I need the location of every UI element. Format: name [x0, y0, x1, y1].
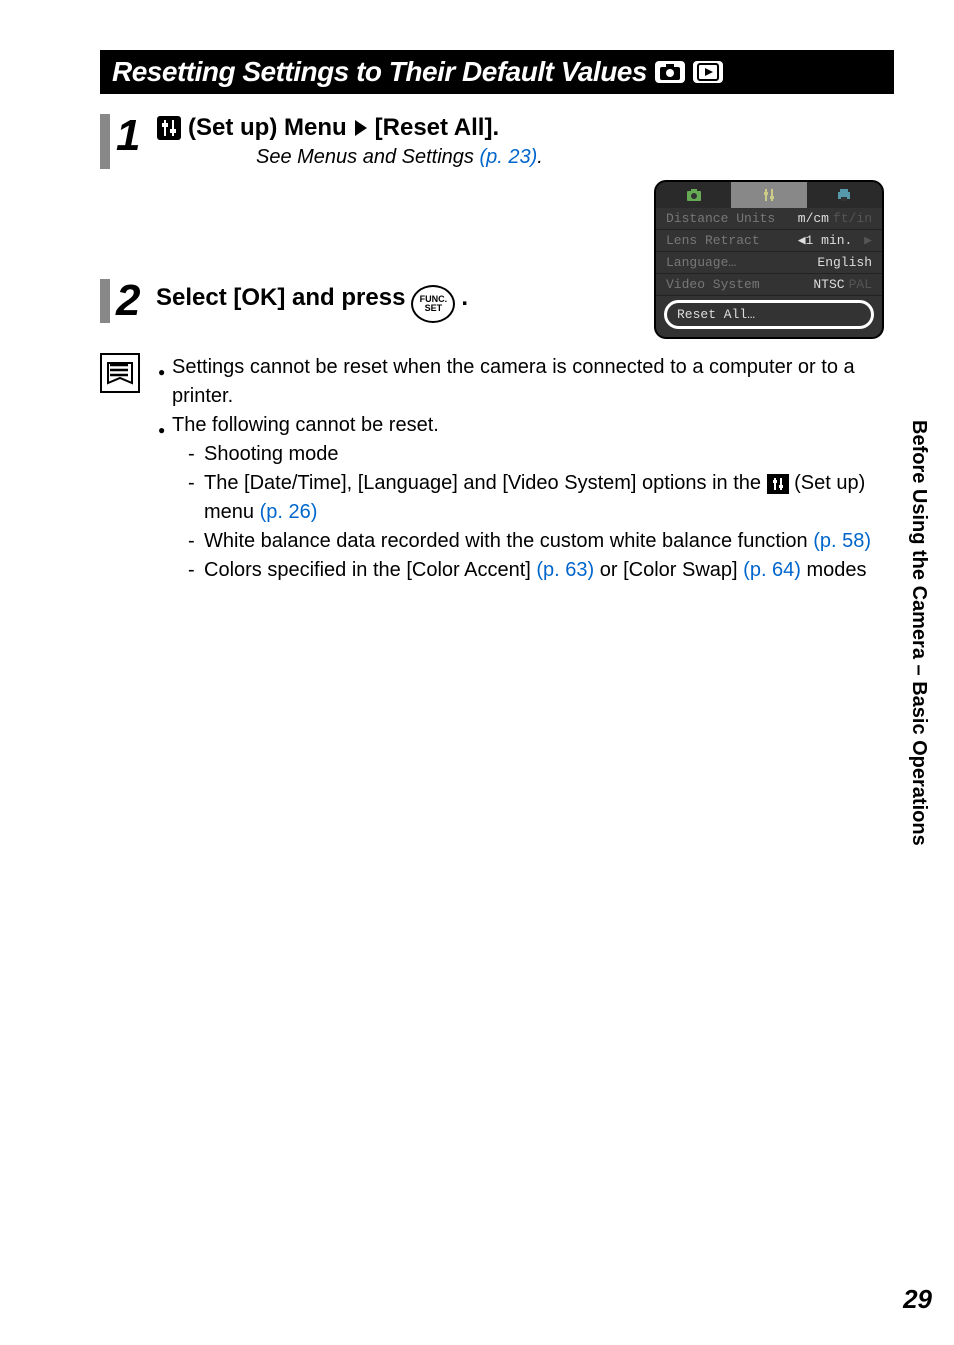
- note-sub-4: - Colors specified in the [Color Accent]…: [188, 556, 894, 585]
- lcd-tab-shoot: [656, 182, 731, 208]
- note-bullet-2: The following cannot be reset.: [158, 411, 894, 440]
- page-title: Resetting Settings to Their Default Valu…: [112, 56, 647, 88]
- lcd-row-video: Video SystemNTSCPAL: [656, 274, 882, 296]
- page-title-bar: Resetting Settings to Their Default Valu…: [100, 50, 894, 94]
- func-set-button-icon: FUNC.SET: [411, 285, 455, 323]
- lcd-tab-setup: [731, 182, 806, 208]
- lcd-row-lens: Lens Retract◀1 min. ▶: [656, 230, 882, 252]
- setup-menu-icon-inline: [767, 474, 789, 494]
- shooting-mode-icon: [655, 61, 685, 83]
- info-note: Settings cannot be reset when the camera…: [100, 353, 894, 585]
- page-58-link[interactable]: (p. 58): [813, 530, 871, 552]
- page-63-link[interactable]: (p. 63): [536, 559, 594, 581]
- step-1: 1 (Set up) Menu [Reset All]. See Menus a…: [100, 114, 894, 169]
- lcd-reset-all-highlight: Reset All…: [664, 300, 874, 329]
- page-26-link[interactable]: (p. 26): [260, 501, 318, 523]
- step-1-subtext: See Menus and Settings (p. 23).: [256, 146, 894, 169]
- note-sub-1: -Shooting mode: [188, 440, 894, 469]
- lcd-row-distance: Distance Unitsm/cmft/in: [656, 208, 882, 230]
- note-bullet-1: Settings cannot be reset when the camera…: [158, 353, 894, 411]
- lcd-tab-print: [807, 182, 882, 208]
- step-2-number: 2: [116, 279, 150, 323]
- breadcrumb-arrow-icon: [355, 120, 367, 136]
- step-1-number: 1: [116, 114, 150, 158]
- step-1-heading: (Set up) Menu [Reset All].: [156, 114, 894, 142]
- playback-mode-icon: [693, 61, 723, 83]
- page-number: 29: [903, 1284, 932, 1315]
- note-sub-2: - The [Date/Time], [Language] and [Video…: [188, 469, 894, 527]
- page-64-link[interactable]: (p. 64): [743, 559, 801, 581]
- camera-lcd-screenshot: Distance Unitsm/cmft/in Lens Retract◀1 m…: [654, 180, 884, 339]
- section-sidebar-label: Before Using the Camera – Basic Operatio…: [907, 420, 930, 846]
- info-icon: [100, 353, 140, 393]
- page-23-link[interactable]: (p. 23): [479, 146, 537, 168]
- note-sub-3: - White balance data recorded with the c…: [188, 527, 894, 556]
- setup-menu-icon: [156, 115, 182, 141]
- lcd-row-language: Language…English: [656, 252, 882, 274]
